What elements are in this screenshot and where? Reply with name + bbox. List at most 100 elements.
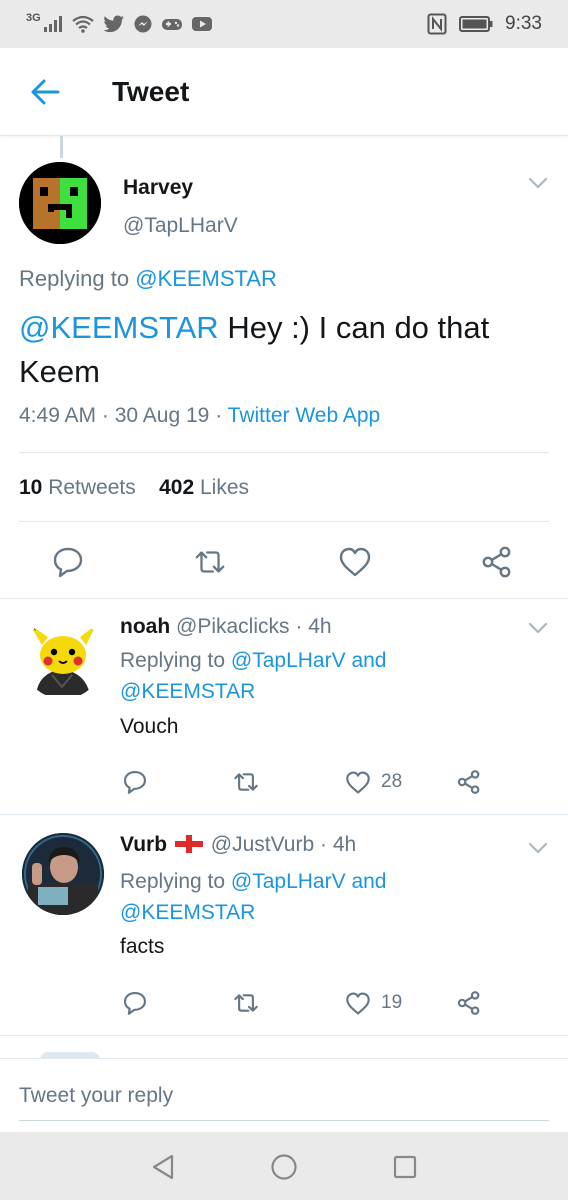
page-title: Tweet bbox=[112, 75, 190, 107]
system-nav-bar bbox=[0, 1132, 568, 1200]
twitter-bird-icon bbox=[103, 15, 124, 33]
network-type: 3G bbox=[26, 12, 41, 24]
signal-icon bbox=[43, 16, 62, 32]
status-icons-right: 9:33 bbox=[427, 13, 542, 35]
battery-icon bbox=[459, 16, 493, 32]
share-icon bbox=[482, 546, 511, 578]
replying-to-link[interactable]: @KEEMSTAR bbox=[120, 680, 255, 703]
reply-menu-button[interactable] bbox=[527, 621, 549, 640]
replying-to: Replying to @TapLHarV and @KEEMSTAR bbox=[120, 866, 540, 928]
reply-text: facts bbox=[120, 935, 165, 958]
reply-composer bbox=[0, 1058, 568, 1132]
replying-to: Replying to @KEEMSTAR bbox=[19, 266, 277, 292]
share-button[interactable] bbox=[456, 767, 482, 797]
reply-tweet[interactable]: Vurb @JustVurb · 4h Replying to @TapLHar… bbox=[0, 815, 568, 1035]
replying-label: Replying to bbox=[120, 649, 226, 672]
main-tweet-header: Harvey @TapLHarV bbox=[19, 162, 549, 246]
tweet-mention-link[interactable]: @KEEMSTAR bbox=[19, 310, 219, 345]
divider bbox=[19, 452, 549, 453]
divider bbox=[19, 521, 549, 522]
game-controller-icon bbox=[161, 19, 182, 30]
heart-icon bbox=[346, 770, 370, 794]
reply-button[interactable] bbox=[50, 544, 86, 580]
like-button[interactable]: 19 bbox=[345, 988, 402, 1018]
tweet-menu-button[interactable] bbox=[527, 176, 549, 195]
reply-tweet[interactable]: noah @Pikaclicks · 4h Replying to @TapLH… bbox=[0, 599, 568, 814]
share-icon bbox=[457, 991, 480, 1015]
reply-age: 4h bbox=[332, 833, 357, 856]
avatar[interactable] bbox=[19, 162, 101, 244]
replying-to: Replying to @TapLHarV and @KEEMSTAR bbox=[120, 645, 540, 707]
tweet-time: 4:49 AM bbox=[19, 404, 97, 427]
chevron-down-icon bbox=[528, 177, 548, 189]
retweet-button[interactable] bbox=[192, 544, 228, 580]
avatar[interactable] bbox=[22, 833, 104, 915]
tweet-stats: 10 Retweets 402 Likes bbox=[19, 476, 249, 500]
back-button[interactable] bbox=[0, 48, 90, 136]
reply-input[interactable] bbox=[19, 1071, 549, 1121]
heart-icon bbox=[339, 547, 371, 577]
replying-to-link[interactable]: @KEEMSTAR bbox=[120, 901, 255, 924]
nfc-icon bbox=[427, 13, 447, 35]
reply-author-line: Vurb @JustVurb · 4h bbox=[120, 833, 356, 857]
author-name[interactable]: Harvey bbox=[123, 176, 193, 200]
share-button[interactable] bbox=[479, 544, 515, 580]
like-count: 28 bbox=[381, 771, 403, 792]
likes-stat[interactable]: 402 Likes bbox=[159, 476, 249, 499]
person-avatar-image bbox=[22, 833, 104, 915]
avatar[interactable] bbox=[22, 617, 104, 699]
replying-to-link[interactable]: @TapLHarV bbox=[231, 870, 346, 893]
retweets-stat[interactable]: 10 Retweets bbox=[19, 476, 136, 499]
youtube-icon bbox=[191, 17, 212, 31]
tweet-source-link[interactable]: Twitter Web App bbox=[228, 404, 381, 427]
replying-to-link[interactable]: @TapLHarV bbox=[231, 649, 346, 672]
replying-label: Replying to bbox=[120, 870, 226, 893]
divider bbox=[0, 1035, 568, 1036]
reply-menu-button[interactable] bbox=[527, 841, 549, 860]
replying-and[interactable]: and bbox=[351, 870, 386, 893]
reply-age: 4h bbox=[308, 615, 332, 638]
author-handle[interactable]: @TapLHarV bbox=[123, 214, 238, 238]
england-flag-icon bbox=[174, 835, 203, 853]
status-time: 9:33 bbox=[505, 13, 542, 34]
nav-home-button[interactable] bbox=[269, 1152, 299, 1182]
reply-author-name[interactable]: noah bbox=[120, 615, 170, 638]
likes-count: 402 bbox=[159, 476, 195, 499]
retweets-count: 10 bbox=[19, 476, 43, 499]
replying-label: Replying to bbox=[19, 266, 130, 291]
retweet-button[interactable] bbox=[231, 988, 261, 1018]
pikachu-avatar-image bbox=[22, 617, 104, 699]
like-button[interactable] bbox=[337, 544, 373, 580]
replying-to-link[interactable]: @KEEMSTAR bbox=[135, 266, 277, 291]
retweet-button[interactable] bbox=[231, 767, 261, 797]
thread-line bbox=[60, 136, 63, 158]
square-recents-icon bbox=[393, 1155, 417, 1179]
reply-author-handle[interactable]: @Pikaclicks bbox=[176, 615, 290, 638]
comment-icon bbox=[53, 547, 83, 578]
reply-text: Vouch bbox=[120, 715, 179, 738]
tweet-meta: 4:49 AM · 30 Aug 19 · Twitter Web App bbox=[19, 404, 380, 428]
circle-home-icon bbox=[271, 1154, 297, 1180]
meta-separator: · bbox=[101, 404, 109, 427]
status-icons-left: 3G bbox=[26, 12, 213, 34]
triangle-back-icon bbox=[152, 1154, 174, 1180]
meta-separator: · bbox=[215, 404, 223, 427]
replying-and[interactable]: and bbox=[351, 649, 386, 672]
reply-author-name[interactable]: Vurb bbox=[120, 833, 167, 856]
share-button[interactable] bbox=[456, 988, 482, 1018]
reply-author-line: noah @Pikaclicks · 4h bbox=[120, 615, 332, 639]
chevron-down-icon bbox=[528, 842, 548, 854]
retweets-label: Retweets bbox=[48, 476, 136, 499]
reply-button[interactable] bbox=[122, 767, 148, 797]
retweet-icon bbox=[195, 551, 225, 573]
tweet-actions bbox=[0, 536, 568, 592]
like-button[interactable]: 28 bbox=[345, 767, 402, 797]
comment-icon bbox=[123, 991, 147, 1015]
nav-back-button[interactable] bbox=[148, 1152, 178, 1182]
like-count: 19 bbox=[381, 992, 403, 1013]
comment-icon bbox=[123, 770, 147, 794]
reply-button[interactable] bbox=[122, 988, 148, 1018]
wifi-icon bbox=[72, 15, 94, 33]
reply-author-handle[interactable]: @JustVurb bbox=[211, 833, 314, 856]
nav-recents-button[interactable] bbox=[390, 1152, 420, 1182]
